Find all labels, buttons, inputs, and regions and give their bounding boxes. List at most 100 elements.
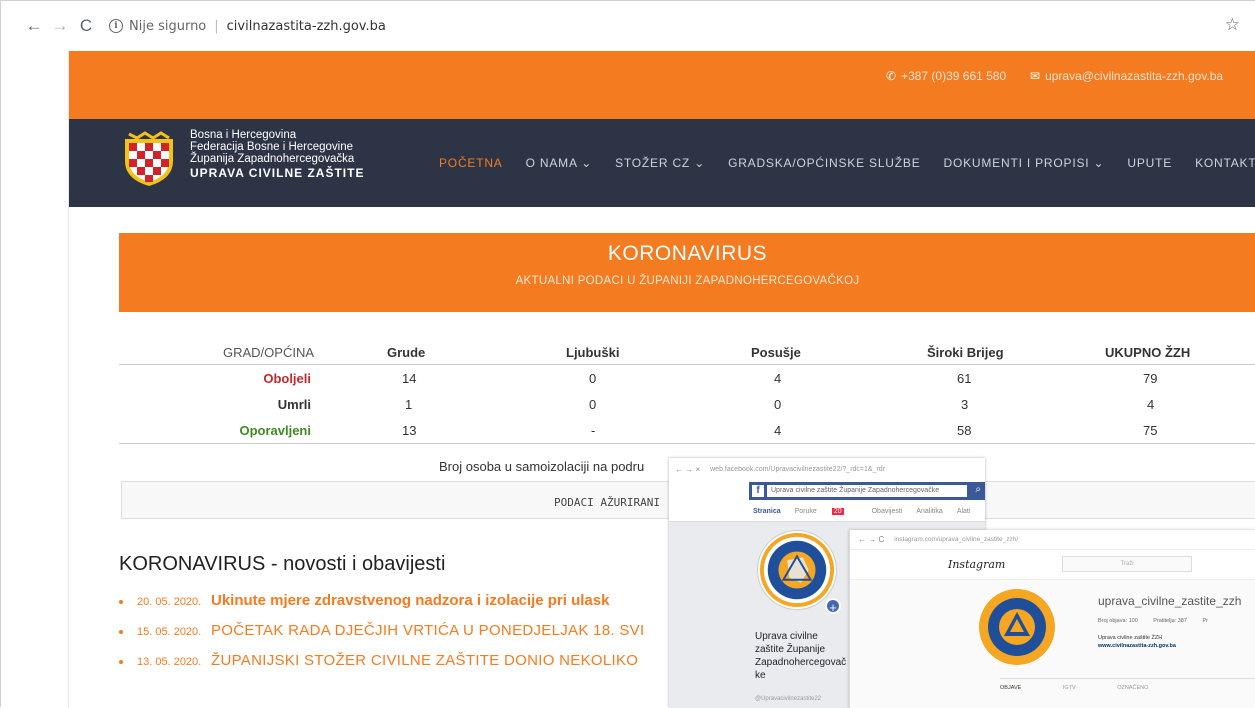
facebook-profile-panel: + Uprava civilne zaštite Županije Zapadn… (669, 522, 849, 708)
instagram-username: uprava_civilne_zastite_zzh (1098, 594, 1242, 608)
instagram-bio: Uprava civilne zaštite ŽZH www.civilnaza… (1098, 634, 1176, 650)
column-header: Široki Brijeg (927, 345, 1004, 360)
corona-stats-table: GRAD/OPĆINA Grude Ljubuški Posušje Širok… (119, 339, 1255, 444)
tab-igtv[interactable]: IGTV (1063, 685, 1076, 691)
row-label: Oporavljeni (239, 423, 311, 438)
column-header: Posušje (751, 345, 801, 360)
tab-obavijesti[interactable]: Obavijesti (872, 508, 903, 515)
column-header: Ljubuški (566, 345, 620, 360)
forward-arrow-icon[interactable]: → (47, 13, 73, 39)
isolation-text: Broj osoba u samoizolaciji na podru (439, 459, 645, 474)
menu-item-stozer-cz[interactable]: STOŽER CZ ⌄ (615, 156, 705, 170)
corona-subtitle: AKTUALNI PODACI U ŽUPANIJI ZAPADNOHERCEG… (515, 275, 860, 287)
following-count[interactable]: Pr (1202, 618, 1208, 624)
table-cell: 3 (961, 397, 969, 412)
menu-item-dokumenti[interactable]: DOKUMENTI I PROPISI ⌄ (944, 156, 1105, 170)
column-header: GRAD/OPĆINA (223, 345, 315, 360)
news-link[interactable]: ŽUPANIJSKI STOŽER CIVILNE ZAŠTITE DONIO … (211, 652, 638, 669)
tab-alati[interactable]: Alati (957, 508, 971, 515)
news-section-title: KORONAVIRUS - novosti i obavijesti (119, 553, 446, 575)
table-cell: 58 (957, 423, 972, 438)
contact-email[interactable]: ✉ uprava@civilnazastita-zzh.gov.ba (1030, 69, 1223, 83)
table-cell: 61 (957, 371, 972, 386)
facebook-logo-icon[interactable]: f (752, 485, 764, 497)
bookmark-star-icon[interactable]: ☆ (1225, 15, 1240, 35)
add-photo-icon[interactable]: + (825, 598, 841, 615)
tab-stranica[interactable]: Stranica (753, 508, 781, 515)
back-arrow-icon[interactable]: ← (21, 13, 47, 39)
menu-item-kontakt[interactable]: KONTAKT (1195, 156, 1255, 170)
address-bar[interactable]: i Nije sigurno | civilnazastita-zzh.gov.… (109, 11, 386, 41)
bullet-icon (119, 600, 123, 604)
table-cell: 14 (402, 371, 417, 386)
bullet-icon (119, 660, 123, 664)
phone-icon: ✆ (886, 69, 897, 83)
table-cell: - (591, 423, 596, 438)
browser-toolbar: ← → C i Nije sigurno | civilnazastita-zz… (1, 1, 1255, 51)
facebook-topbar: f Uprava civilne zaštite Županije Zapadn… (669, 480, 985, 502)
search-icon[interactable]: ⌕ (975, 484, 981, 495)
news-link[interactable]: POČETAK RADA DJEČJIH VRTIĆA U PONEDJELJA… (211, 622, 644, 639)
reload-icon[interactable]: C (73, 13, 99, 39)
menu-item-upute[interactable]: UPUTE (1127, 156, 1172, 170)
facebook-handle: @Upravacivilnezastite22 (755, 696, 822, 702)
bio-link[interactable]: www.civilnazastita-zzh.gov.ba (1098, 642, 1176, 650)
facebook-search-input[interactable]: Uprava civilne zaštite Županije Zapadnoh… (767, 485, 967, 497)
table-cell: 79 (1143, 371, 1158, 386)
table-cell: 0 (589, 397, 597, 412)
not-secure-label: Nije sigurno (129, 18, 207, 34)
contact-phone[interactable]: ✆ +387 (0)39 661 580 (886, 69, 1006, 83)
row-label: Umrli (277, 397, 311, 412)
facebook-page-name[interactable]: Uprava civilne zaštite Županije Zapadnoh… (755, 630, 847, 682)
nav-arrows-icon[interactable]: ← → × (675, 465, 700, 474)
menu-item-sluzbe[interactable]: GRADSKA/OPĆINSKE SLUŽBE (728, 156, 920, 170)
tab-poruke[interactable]: Poruke 20 (795, 508, 858, 515)
table-row: Oboljeli 14 0 4 61 79 (119, 365, 1255, 391)
news-date: 15. 05. 2020. (137, 626, 202, 638)
left-gutter (1, 51, 69, 708)
instagram-search-input[interactable]: Traži (1062, 556, 1192, 572)
civil-protection-avatar-icon[interactable] (978, 588, 1056, 666)
notification-badge: 20 (831, 508, 844, 515)
tab-oznaceno[interactable]: OZNAČENO (1117, 685, 1148, 691)
table-row: Oporavljeni 13 - 4 58 75 (119, 417, 1255, 443)
url-separator: | (214, 18, 219, 34)
table-cell: 0 (774, 397, 782, 412)
coat-of-arms-logo[interactable] (119, 131, 179, 187)
screenshot-frame: ← → C i Nije sigurno | civilnazastita-zz… (0, 0, 1255, 708)
menu-item-pocetna[interactable]: POČETNA (439, 156, 503, 170)
bullet-icon (119, 630, 123, 634)
table-cell: 4 (774, 371, 782, 386)
followers-count[interactable]: Pratitelja: 387 (1153, 618, 1187, 624)
tab-objave[interactable]: OBJAVE (1000, 685, 1021, 691)
table-cell: 1 (405, 397, 413, 412)
facebook-url[interactable]: web.facebook.com/Upravacivilnezastite22/… (710, 466, 885, 473)
tab-analitika[interactable]: Analitika (916, 508, 942, 515)
menu-item-o-nama[interactable]: O NAMA ⌄ (526, 156, 592, 170)
row-label: Oboljeli (263, 371, 311, 386)
instagram-tabs: OBJAVE IGTV OZNAČENO (1000, 678, 1255, 691)
bio-name: Uprava civilne zaštite ŽZH (1098, 635, 1163, 641)
news-link[interactable]: Ukinute mjere zdravstvenog nadzora i izo… (211, 592, 609, 609)
instagram-header: Instagram Traži (850, 550, 1255, 580)
table-row: Umrli 1 0 0 3 4 (119, 391, 1255, 417)
instagram-browser-bar: ← → C instagram.com/uprava_civilne_zasti… (850, 530, 1255, 550)
site-header: Bosna i Hercegovina Federacija Bosne i H… (69, 119, 1255, 207)
corona-title: KORONAVIRUS (607, 242, 768, 265)
nav-arrows-icon[interactable]: ← → C (858, 535, 884, 544)
instagram-url[interactable]: instagram.com/uprava_civilne_zastite_zzh… (894, 536, 1018, 543)
brand-text[interactable]: Bosna i Hercegovina Federacija Bosne i H… (190, 129, 364, 179)
info-icon[interactable]: i (109, 19, 123, 33)
facebook-search-bar: f Uprava civilne zaštite Županije Zapadn… (749, 482, 985, 500)
url-text[interactable]: civilnazastita-zzh.gov.ba (227, 19, 386, 34)
table-cell: 4 (1147, 397, 1155, 412)
table-header-row: GRAD/OPĆINA Grude Ljubuški Posušje Širok… (119, 339, 1255, 365)
table-cell: 4 (774, 423, 782, 438)
corona-banner: KORONAVIRUS AKTUALNI PODACI U ŽUPANIJI Z… (119, 233, 1255, 312)
posts-count[interactable]: Broj objava: 100 (1098, 618, 1138, 624)
table-cell: 0 (589, 371, 597, 386)
column-header: UKUPNO ŽZH (1105, 345, 1191, 360)
instagram-logo[interactable]: Instagram (948, 558, 1005, 571)
civil-protection-logo-icon[interactable] (757, 530, 837, 610)
updated-label: PODACI AŽURIRANI : (554, 496, 674, 509)
